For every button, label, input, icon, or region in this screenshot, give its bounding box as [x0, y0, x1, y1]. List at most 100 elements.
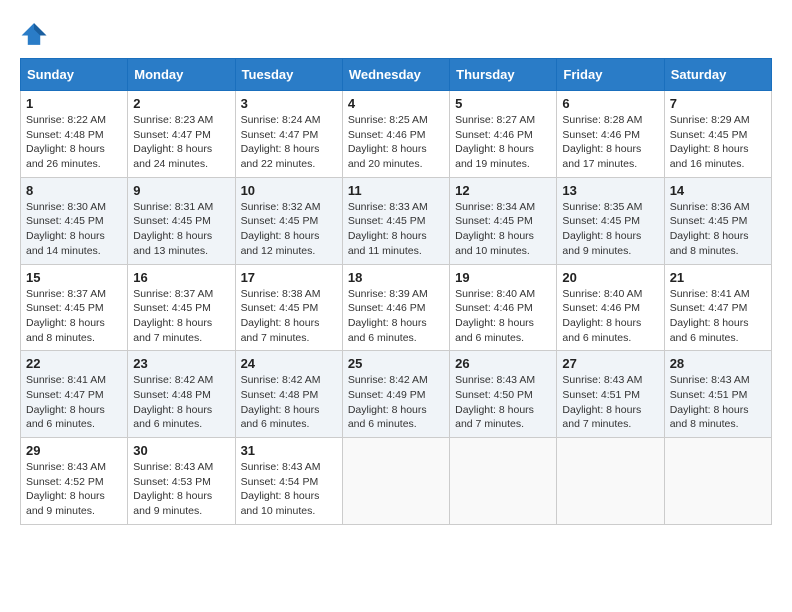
calendar-cell	[342, 438, 449, 525]
day-number: 14	[670, 183, 766, 198]
calendar-table: SundayMondayTuesdayWednesdayThursdayFrid…	[20, 58, 772, 525]
calendar-cell: 29 Sunrise: 8:43 AMSunset: 4:52 PMDayligh…	[21, 438, 128, 525]
calendar-cell: 9 Sunrise: 8:31 AMSunset: 4:45 PMDaylight…	[128, 177, 235, 264]
day-number: 28	[670, 356, 766, 371]
calendar-cell: 14Sunrise: 8:36 AMSunset: 4:45 PMDayligh…	[664, 177, 771, 264]
day-info: Sunrise: 8:43 AMSunset: 4:50 PMDaylight:…	[455, 373, 551, 432]
day-number: 23	[133, 356, 229, 371]
day-number: 6	[562, 96, 658, 111]
calendar-cell: 18Sunrise: 8:39 AMSunset: 4:46 PMDayligh…	[342, 264, 449, 351]
day-info: Sunrise: 8:42 AMSunset: 4:48 PMDaylight:…	[241, 373, 337, 432]
day-info: Sunrise: 8:29 AMSunset: 4:45 PMDaylight:…	[670, 113, 766, 172]
day-info: Sunrise: 8:35 AMSunset: 4:45 PMDaylight:…	[562, 200, 658, 259]
calendar-cell: 17 Sunrise: 8:38 AMSunset: 4:45 PMDayligh…	[235, 264, 342, 351]
day-number: 31	[241, 443, 337, 458]
weekday-header: Wednesday	[342, 59, 449, 91]
day-info: Sunrise: 8:43 AMSunset: 4:51 PMDaylight:…	[562, 373, 658, 432]
calendar-cell: 24Sunrise: 8:42 AMSunset: 4:48 PMDayligh…	[235, 351, 342, 438]
calendar-cell: 25 Sunrise: 8:42 AMSunset: 4:49 PMDayligh…	[342, 351, 449, 438]
calendar-week-row: 29 Sunrise: 8:43 AMSunset: 4:52 PMDayligh…	[21, 438, 772, 525]
calendar-cell: 26 Sunrise: 8:43 AMSunset: 4:50 PMDayligh…	[450, 351, 557, 438]
day-info: Sunrise: 8:28 AMSunset: 4:46 PMDaylight:…	[562, 113, 658, 172]
day-number: 15	[26, 270, 122, 285]
calendar-week-row: 22 Sunrise: 8:41 AMSunset: 4:47 PMDayligh…	[21, 351, 772, 438]
day-number: 29	[26, 443, 122, 458]
weekday-header: Saturday	[664, 59, 771, 91]
calendar-cell: 19 Sunrise: 8:40 AMSunset: 4:46 PMDayligh…	[450, 264, 557, 351]
day-number: 8	[26, 183, 122, 198]
day-info: Sunrise: 8:40 AMSunset: 4:46 PMDaylight:…	[455, 287, 551, 346]
day-info: Sunrise: 8:42 AMSunset: 4:49 PMDaylight:…	[348, 373, 444, 432]
calendar-cell: 21 Sunrise: 8:41 AMSunset: 4:47 PMDayligh…	[664, 264, 771, 351]
calendar-cell	[450, 438, 557, 525]
day-number: 1	[26, 96, 122, 111]
day-number: 26	[455, 356, 551, 371]
day-info: Sunrise: 8:37 AMSunset: 4:45 PMDaylight:…	[133, 287, 229, 346]
day-info: Sunrise: 8:30 AMSunset: 4:45 PMDaylight:…	[26, 200, 122, 259]
calendar-week-row: 15 Sunrise: 8:37 AMSunset: 4:45 PMDayligh…	[21, 264, 772, 351]
day-info: Sunrise: 8:38 AMSunset: 4:45 PMDaylight:…	[241, 287, 337, 346]
day-number: 30	[133, 443, 229, 458]
weekday-header: Tuesday	[235, 59, 342, 91]
day-number: 9	[133, 183, 229, 198]
calendar-cell	[557, 438, 664, 525]
calendar-week-row: 1 Sunrise: 8:22 AMSunset: 4:48 PMDaylight…	[21, 91, 772, 178]
calendar-header: SundayMondayTuesdayWednesdayThursdayFrid…	[21, 59, 772, 91]
calendar-cell: 1 Sunrise: 8:22 AMSunset: 4:48 PMDaylight…	[21, 91, 128, 178]
day-number: 21	[670, 270, 766, 285]
day-number: 5	[455, 96, 551, 111]
day-info: Sunrise: 8:34 AMSunset: 4:45 PMDaylight:…	[455, 200, 551, 259]
calendar-cell: 5Sunrise: 8:27 AMSunset: 4:46 PMDaylight…	[450, 91, 557, 178]
day-info: Sunrise: 8:24 AMSunset: 4:47 PMDaylight:…	[241, 113, 337, 172]
day-info: Sunrise: 8:41 AMSunset: 4:47 PMDaylight:…	[26, 373, 122, 432]
day-number: 11	[348, 183, 444, 198]
calendar-cell	[664, 438, 771, 525]
logo	[20, 20, 52, 48]
weekday-header: Thursday	[450, 59, 557, 91]
page-header	[20, 20, 772, 48]
day-info: Sunrise: 8:32 AMSunset: 4:45 PMDaylight:…	[241, 200, 337, 259]
calendar-cell: 28 Sunrise: 8:43 AMSunset: 4:51 PMDayligh…	[664, 351, 771, 438]
day-number: 27	[562, 356, 658, 371]
day-info: Sunrise: 8:43 AMSunset: 4:52 PMDaylight:…	[26, 460, 122, 519]
day-info: Sunrise: 8:23 AMSunset: 4:47 PMDaylight:…	[133, 113, 229, 172]
calendar-body: 1 Sunrise: 8:22 AMSunset: 4:48 PMDaylight…	[21, 91, 772, 525]
day-info: Sunrise: 8:42 AMSunset: 4:48 PMDaylight:…	[133, 373, 229, 432]
day-number: 17	[241, 270, 337, 285]
day-number: 13	[562, 183, 658, 198]
day-number: 3	[241, 96, 337, 111]
day-number: 22	[26, 356, 122, 371]
day-number: 12	[455, 183, 551, 198]
day-info: Sunrise: 8:25 AMSunset: 4:46 PMDaylight:…	[348, 113, 444, 172]
day-number: 25	[348, 356, 444, 371]
calendar-week-row: 8 Sunrise: 8:30 AMSunset: 4:45 PMDaylight…	[21, 177, 772, 264]
day-number: 20	[562, 270, 658, 285]
day-number: 2	[133, 96, 229, 111]
weekday-header: Friday	[557, 59, 664, 91]
day-info: Sunrise: 8:41 AMSunset: 4:47 PMDaylight:…	[670, 287, 766, 346]
calendar-cell: 20 Sunrise: 8:40 AMSunset: 4:46 PMDayligh…	[557, 264, 664, 351]
day-number: 4	[348, 96, 444, 111]
day-number: 7	[670, 96, 766, 111]
day-info: Sunrise: 8:31 AMSunset: 4:45 PMDaylight:…	[133, 200, 229, 259]
weekday-row: SundayMondayTuesdayWednesdayThursdayFrid…	[21, 59, 772, 91]
calendar-cell: 4 Sunrise: 8:25 AMSunset: 4:46 PMDaylight…	[342, 91, 449, 178]
calendar-cell: 2 Sunrise: 8:23 AMSunset: 4:47 PMDaylight…	[128, 91, 235, 178]
calendar-cell: 7 Sunrise: 8:29 AMSunset: 4:45 PMDaylight…	[664, 91, 771, 178]
calendar-cell: 27 Sunrise: 8:43 AMSunset: 4:51 PMDayligh…	[557, 351, 664, 438]
calendar-cell: 11 Sunrise: 8:33 AMSunset: 4:45 PMDayligh…	[342, 177, 449, 264]
calendar-cell: 23 Sunrise: 8:42 AMSunset: 4:48 PMDayligh…	[128, 351, 235, 438]
day-info: Sunrise: 8:22 AMSunset: 4:48 PMDaylight:…	[26, 113, 122, 172]
day-info: Sunrise: 8:43 AMSunset: 4:51 PMDaylight:…	[670, 373, 766, 432]
day-info: Sunrise: 8:33 AMSunset: 4:45 PMDaylight:…	[348, 200, 444, 259]
calendar-cell: 13 Sunrise: 8:35 AMSunset: 4:45 PMDayligh…	[557, 177, 664, 264]
weekday-header: Sunday	[21, 59, 128, 91]
calendar-cell: 15Sunrise: 8:37 AMSunset: 4:45 PMDayligh…	[21, 264, 128, 351]
day-number: 19	[455, 270, 551, 285]
calendar-cell: 30 Sunrise: 8:43 AMSunset: 4:53 PMDayligh…	[128, 438, 235, 525]
calendar-cell: 6 Sunrise: 8:28 AMSunset: 4:46 PMDaylight…	[557, 91, 664, 178]
calendar-cell: 12 Sunrise: 8:34 AMSunset: 4:45 PMDayligh…	[450, 177, 557, 264]
weekday-header: Monday	[128, 59, 235, 91]
day-info: Sunrise: 8:40 AMSunset: 4:46 PMDaylight:…	[562, 287, 658, 346]
day-info: Sunrise: 8:43 AMSunset: 4:53 PMDaylight:…	[133, 460, 229, 519]
